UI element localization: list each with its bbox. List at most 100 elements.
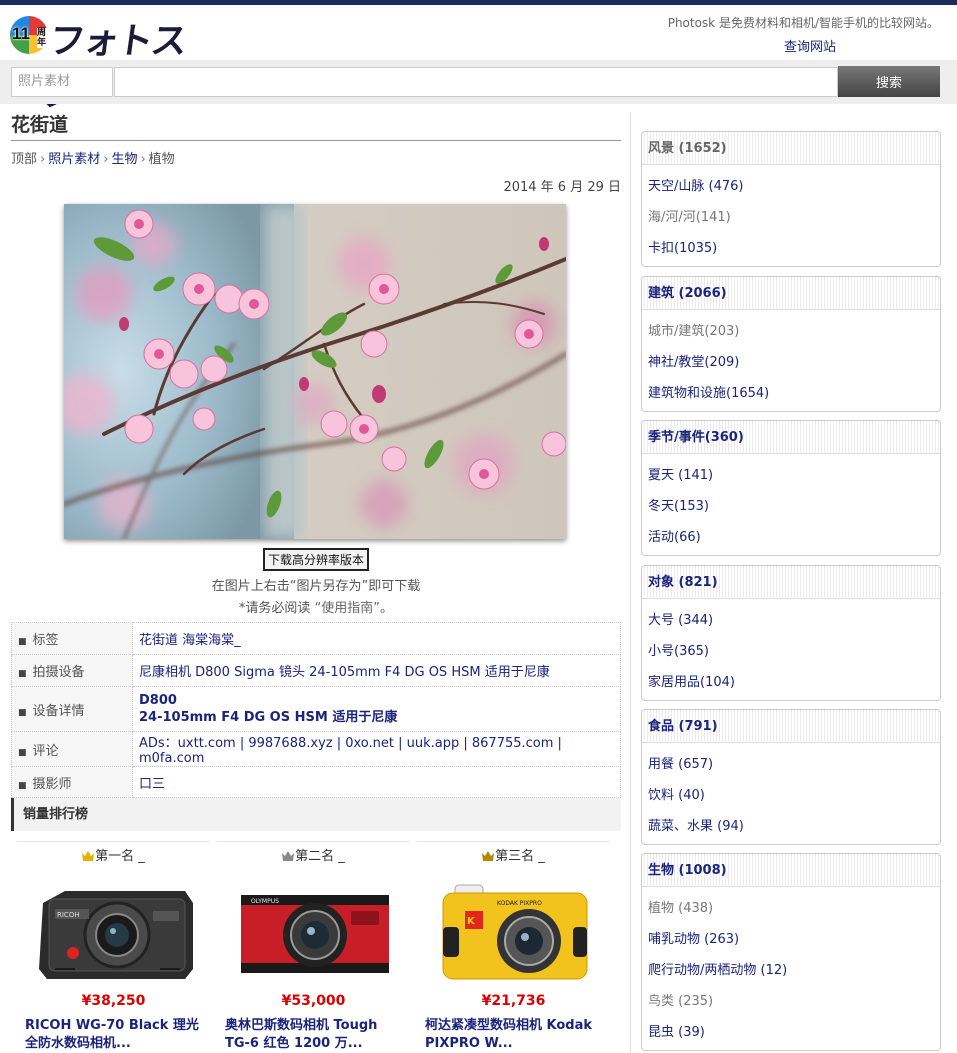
search-button[interactable]: 搜索	[838, 66, 940, 97]
page-title: 花街道	[11, 108, 621, 141]
category-header[interactable]: 生物 (1008)	[642, 854, 940, 887]
usage-note-prefix: *请务必阅读	[238, 601, 315, 616]
tags-value[interactable]: 花街道 海棠海棠_	[132, 622, 621, 655]
info-row-equipment: 拍摄设备 尼康相机 D800 Sigma 镜头 24-105mm F4 DG O…	[11, 654, 621, 687]
equipment-label: 拍摄设备	[11, 654, 133, 687]
details-body[interactable]: D800	[139, 692, 614, 709]
rank-label: 第三名 _	[417, 845, 610, 864]
product-name[interactable]: 奥林巴斯数码相机 Tough TG-6 红色 1200 万...	[225, 1017, 405, 1053]
category-box-food: 食品 (791) 用餐 (657) 饮料 (40) 蔬菜、水果 (94)	[641, 709, 941, 845]
category-box-seasons: 季节/事件(360) 夏天 (141) 冬天(153) 活动(66)	[641, 420, 941, 556]
category-box-landscape: 风景 (1652) 天空/山脉 (476) 海/河/河(141) 卡扣(1035…	[641, 131, 941, 267]
search-input[interactable]	[114, 67, 838, 97]
ricoh-camera-image[interactable]: RICOH	[35, 881, 195, 986]
category-item[interactable]: 建筑物和设施(1654)	[642, 378, 940, 409]
download-area: 下载高分辨率版本 在图片上右击“图片另存为”即可下载 *请务必阅读 “使用指南”…	[11, 548, 621, 616]
category-item[interactable]: 哺乳动物 (263)	[642, 924, 940, 955]
category-item[interactable]: 饮料 (40)	[642, 780, 940, 811]
rank-label: 第二名 _	[217, 845, 410, 864]
divider	[417, 841, 610, 842]
divider	[17, 841, 210, 842]
category-item[interactable]: 天空/山脉 (476)	[642, 171, 940, 202]
site-logo[interactable]: 11 周年 フォトスク	[10, 12, 188, 114]
category-item[interactable]: 夏天 (141)	[642, 460, 940, 491]
main-content: 花街道 顶部›照片素材›生物›植物 2014 年 6 月 29 日	[11, 108, 621, 1051]
category-item[interactable]: 神社/教堂(209)	[642, 347, 940, 378]
ranking-item[interactable]: 第一名 _ RICOH ¥38,250 RICOH WG-70 Black 理光…	[17, 841, 210, 1053]
svg-text:OLYMPUS: OLYMPUS	[251, 898, 279, 905]
download-hires-button[interactable]: 下载高分辨率版本	[262, 548, 369, 571]
kodak-camera-image[interactable]: K KODAK PIXPRO	[435, 881, 595, 986]
equipment-value[interactable]: 尼康相机 D800 Sigma 镜头 24-105mm F4 DG OS HSM…	[132, 654, 621, 687]
badge-number: 11	[12, 24, 30, 43]
anniversary-badge: 11 周年	[10, 16, 48, 54]
divider	[217, 841, 410, 842]
download-note: 在图片上右击“图片另存为”即可下载	[211, 579, 421, 594]
category-header[interactable]: 风景 (1652)	[642, 132, 940, 165]
olympus-camera-image[interactable]: OLYMPUS	[235, 881, 395, 986]
crown-icon	[282, 851, 295, 861]
category-item[interactable]: 活动(66)	[642, 522, 940, 553]
category-item[interactable]: 大号 (344)	[642, 605, 940, 636]
product-price: ¥38,250	[81, 993, 146, 1009]
category-item[interactable]: 植物 (438)	[642, 893, 940, 924]
main-photo[interactable]	[64, 204, 566, 539]
ranking-item[interactable]: 第三名 _ K KODAK PIXPRO ¥21,736 柯达紧凑型数码相机 K…	[417, 841, 610, 1053]
category-item[interactable]: 用餐 (657)	[642, 749, 940, 780]
details-lens[interactable]: 24-105mm F4 DG OS HSM 适用于尼康	[139, 709, 614, 726]
tags-label: 标签	[11, 622, 133, 655]
crown-icon	[82, 851, 95, 861]
usage-note: *请务必阅读 “使用指南”。	[11, 597, 621, 616]
usage-note-suffix: 。	[380, 601, 394, 616]
badge-suffix: 周年	[37, 28, 48, 48]
category-item[interactable]: 蔬菜、水果 (94)	[642, 811, 940, 842]
flower-photo-image	[64, 204, 566, 539]
search-bar: 照片素材 搜索	[0, 60, 957, 104]
breadcrumb-photo-materials[interactable]: 照片素材	[48, 152, 100, 167]
category-item[interactable]: 爬行动物/两栖动物 (12)	[642, 955, 940, 986]
rank-label: 第一名 _	[17, 845, 210, 864]
category-header[interactable]: 食品 (791)	[642, 710, 940, 743]
category-header[interactable]: 建筑 (2066)	[642, 277, 940, 310]
category-box-creatures: 生物 (1008) 植物 (438) 哺乳动物 (263) 爬行动物/两栖动物 …	[641, 853, 941, 1051]
category-item[interactable]: 小号(365)	[642, 636, 940, 667]
product-price: ¥53,000	[281, 993, 346, 1009]
category-box-objects: 对象 (821) 大号 (344) 小号(365) 家居用品(104)	[641, 565, 941, 701]
top-accent-bar	[0, 0, 957, 5]
photo-info-table: 标签 花街道 海棠海棠_ 拍摄设备 尼康相机 D800 Sigma 镜头 24-…	[11, 622, 621, 798]
search-category-select[interactable]: 照片素材	[11, 67, 113, 97]
ranking-heading: 销量排行榜	[11, 798, 621, 831]
comment-label: 评论	[11, 731, 133, 767]
category-header[interactable]: 季节/事件(360)	[642, 421, 940, 454]
svg-text:KODAK PIXPRO: KODAK PIXPRO	[497, 900, 542, 907]
category-item[interactable]: 城市/建筑(203)	[642, 316, 940, 347]
product-name[interactable]: 柯达紧凑型数码相机 Kodak PIXPRO W...	[425, 1017, 605, 1053]
usage-guide-link[interactable]: “使用指南”	[315, 601, 380, 616]
svg-text:RICOH: RICOH	[57, 911, 80, 919]
chevron-right-icon: ›	[103, 152, 109, 167]
chevron-right-icon: ›	[40, 152, 46, 167]
breadcrumb-creatures[interactable]: 生物	[111, 152, 137, 167]
product-price: ¥21,736	[481, 993, 546, 1009]
breadcrumb-top[interactable]: 顶部	[11, 152, 37, 167]
product-name[interactable]: RICOH WG-70 Black 理光全防水数码相机...	[25, 1017, 205, 1053]
category-item[interactable]: 海/河/河(141)	[642, 202, 940, 233]
category-item[interactable]: 昆虫 (39)	[642, 1017, 940, 1048]
photographer-value[interactable]: 口三	[132, 766, 621, 798]
lookup-site-link[interactable]: 查询网站	[784, 36, 836, 55]
category-item[interactable]: 卡扣(1035)	[642, 233, 940, 264]
rank-text: 第一名 _	[95, 849, 145, 864]
category-item[interactable]: 冬天(153)	[642, 491, 940, 522]
photographer-label: 摄影师	[11, 766, 133, 798]
breadcrumb: 顶部 › 照片素材 › 生物 › 植物	[11, 148, 621, 168]
category-item[interactable]: 家居用品(104)	[642, 667, 940, 698]
category-header[interactable]: 对象 (821)	[642, 566, 940, 599]
info-row-details: 设备详情 D800 24-105mm F4 DG OS HSM 适用于尼康	[11, 686, 621, 732]
category-sidebar: 风景 (1652) 天空/山脉 (476) 海/河/河(141) 卡扣(1035…	[630, 112, 957, 1053]
ranking-item[interactable]: 第二名 _ OLYMPUS ¥53,000 奥林巴斯数码相机 Tough TG-…	[217, 841, 410, 1053]
category-item[interactable]: 鸟类 (235)	[642, 986, 940, 1017]
info-row-tags: 标签 花街道 海棠海棠_	[11, 622, 621, 655]
breadcrumb-current: 植物	[148, 152, 175, 167]
crown-icon	[482, 851, 495, 861]
svg-text:K: K	[467, 916, 476, 927]
